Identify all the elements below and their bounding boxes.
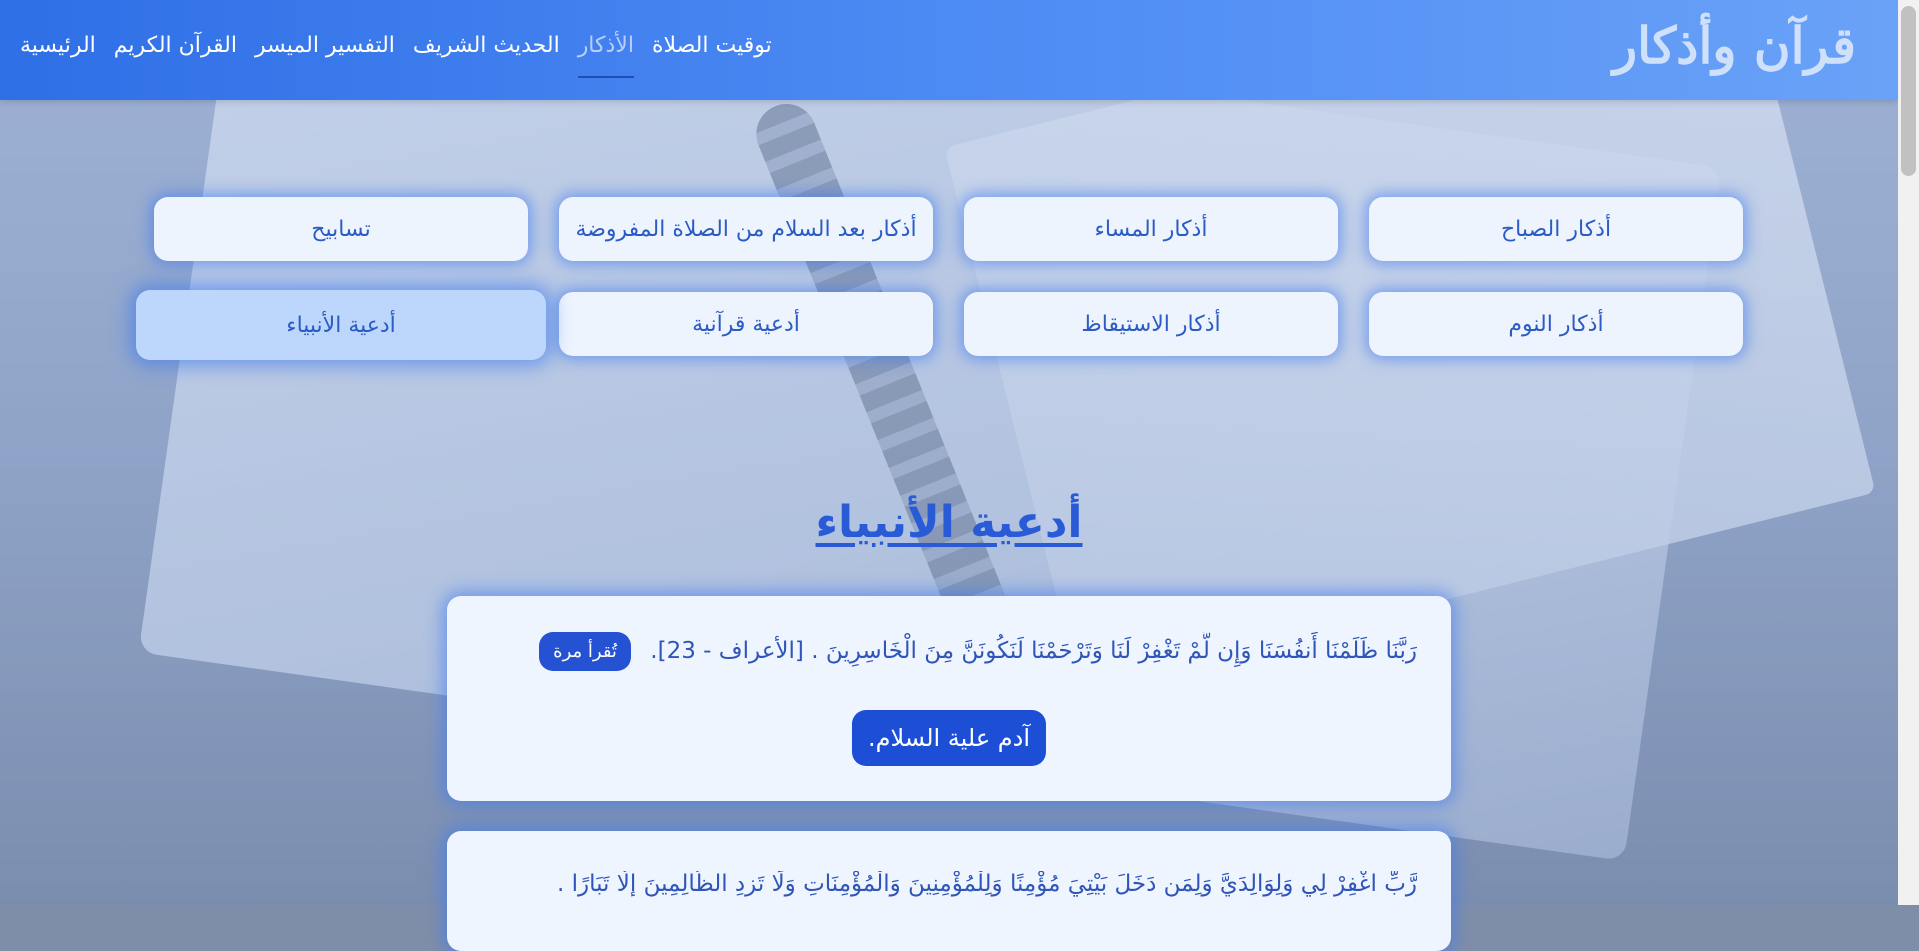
category-prophets-duas[interactable]: أدعية الأنبياء — [136, 290, 546, 360]
page-scrollbar[interactable] — [1898, 0, 1919, 905]
section-title: أدعية الأنبياء — [0, 497, 1898, 548]
category-sleep-azkar[interactable]: أذكار النوم — [1369, 292, 1743, 356]
category-after-prayer-azkar[interactable]: أذكار بعد السلام من الصلاة المفروضة — [559, 197, 933, 261]
category-evening-azkar[interactable]: أذكار المساء — [964, 197, 1338, 261]
category-morning-azkar[interactable]: أذكار الصباح — [1369, 197, 1743, 261]
repeat-count-badge: تُقرأ مرة — [539, 632, 631, 671]
category-tasabeeh[interactable]: تسابيح — [154, 197, 528, 261]
dua-card: رَبَّنَا ظَلَمْنَا أَنفُسَنَا وَإِن لَّم… — [447, 596, 1451, 801]
category-quranic-duas[interactable]: أدعية قرآنية — [559, 292, 933, 356]
prophet-name-button[interactable]: آدم علية السلام. — [851, 710, 1047, 766]
dua-card: رَّبِّ اغْفِرْ لِي وَلِوَالِدَيَّ وَلِمَ… — [447, 831, 1451, 951]
dua-text-row: رَّبِّ اغْفِرْ لِي وَلِوَالِدَيَّ وَلِمَ… — [477, 871, 1417, 897]
dua-text: رَّبِّ اغْفِرْ لِي وَلِوَالِدَيَّ وَلِمَ… — [556, 871, 1417, 897]
dua-text-row: رَبَّنَا ظَلَمْنَا أَنفُسَنَا وَإِن لَّم… — [477, 632, 1417, 671]
scrollbar-thumb[interactable] — [1901, 6, 1916, 176]
dua-text: رَبَّنَا ظَلَمْنَا أَنفُسَنَا وَإِن لَّم… — [650, 638, 1417, 664]
azkar-category-grid: أذكار الصباح أذكار المساء أذكار بعد السل… — [0, 0, 1898, 400]
category-waking-azkar[interactable]: أذكار الاستيقاظ — [964, 292, 1338, 356]
section-title-text: أدعية الأنبياء — [815, 497, 1083, 548]
